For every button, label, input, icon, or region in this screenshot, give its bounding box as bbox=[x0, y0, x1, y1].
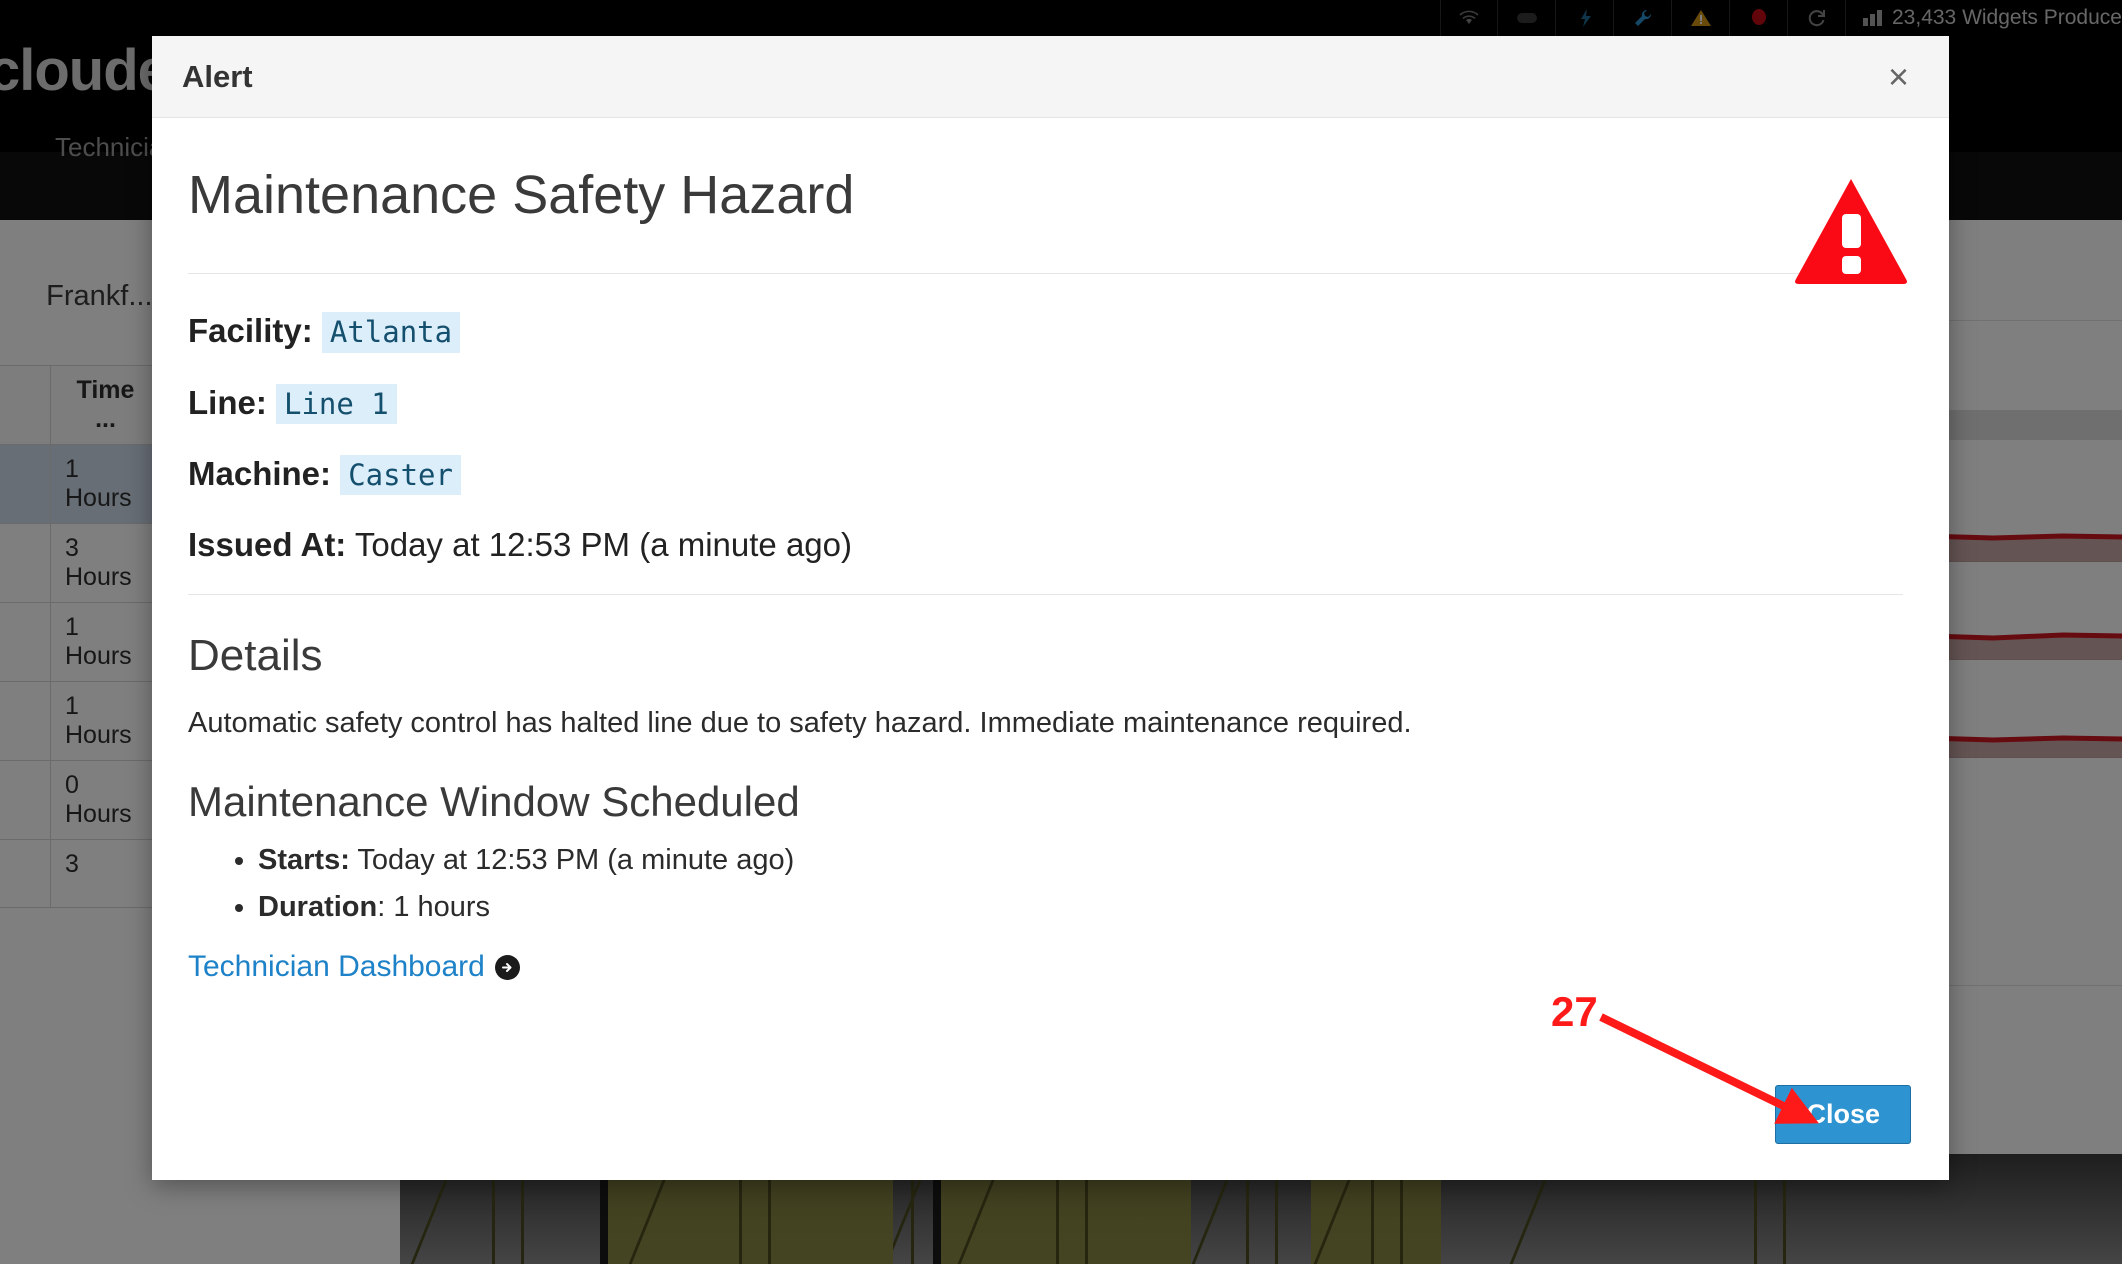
alert-meta-list: Facility: Atlanta Line: Line 1 Machine: … bbox=[188, 310, 1909, 565]
technician-dashboard-label: Technician Dashboard bbox=[188, 950, 485, 984]
meta-row-machine: Machine: Caster bbox=[188, 453, 1909, 496]
alert-heading: Maintenance Safety Hazard bbox=[188, 165, 855, 225]
details-divider bbox=[188, 594, 1903, 596]
technician-dashboard-link-row: Technician Dashboard bbox=[188, 950, 1909, 984]
arrow-right-circle-icon bbox=[494, 954, 520, 980]
meta-value-line: Line 1 bbox=[276, 383, 397, 424]
meta-row-issued-at: Issued At: Today at 12:53 PM (a minute a… bbox=[188, 524, 1909, 565]
details-text: Automatic safety control has halted line… bbox=[188, 707, 1412, 740]
modal-footer: Close bbox=[152, 1030, 1949, 1180]
technician-dashboard-link[interactable]: Technician Dashboard bbox=[188, 950, 520, 984]
maintenance-window-list: Starts: Today at 12:53 PM (a minute ago)… bbox=[182, 844, 1909, 924]
window-value-starts: Today at 12:53 PM (a minute ago) bbox=[349, 844, 795, 877]
meta-label-line: Line: bbox=[188, 383, 267, 421]
window-value-duration: : 1 hours bbox=[377, 891, 491, 924]
window-label-duration: Duration bbox=[258, 891, 378, 924]
meta-value-machine: Caster bbox=[340, 454, 461, 496]
maintenance-window-heading: Maintenance Window Scheduled bbox=[188, 778, 800, 826]
close-button[interactable]: Close bbox=[1775, 1085, 1911, 1144]
modal-body: Maintenance Safety Hazard Facility: Atla… bbox=[152, 118, 1949, 1030]
close-icon[interactable]: × bbox=[1882, 55, 1915, 99]
meta-label-issued-at: Issued At: bbox=[188, 526, 347, 564]
heading-divider bbox=[188, 273, 1903, 275]
list-item: Starts: Today at 12:53 PM (a minute ago) bbox=[258, 844, 1909, 877]
warning-triangle-icon bbox=[1793, 176, 1909, 284]
meta-value-issued-at: Today at 12:53 PM (a minute ago) bbox=[354, 526, 852, 564]
meta-row-facility: Facility: Atlanta bbox=[188, 310, 1909, 353]
meta-value-facility: Atlanta bbox=[321, 312, 461, 353]
meta-row-line: Line: Line 1 bbox=[188, 382, 1909, 424]
list-item: Duration: 1 hours bbox=[258, 891, 1909, 924]
details-heading: Details bbox=[188, 631, 323, 681]
modal-header: Alert × bbox=[152, 36, 1949, 118]
meta-label-facility: Facility: bbox=[188, 312, 313, 350]
modal-title: Alert bbox=[182, 58, 253, 94]
alert-modal: Alert × Maintenance Safety Hazard Facili… bbox=[152, 36, 1949, 1180]
window-label-starts: Starts: bbox=[258, 844, 350, 877]
meta-label-machine: Machine: bbox=[188, 454, 332, 492]
